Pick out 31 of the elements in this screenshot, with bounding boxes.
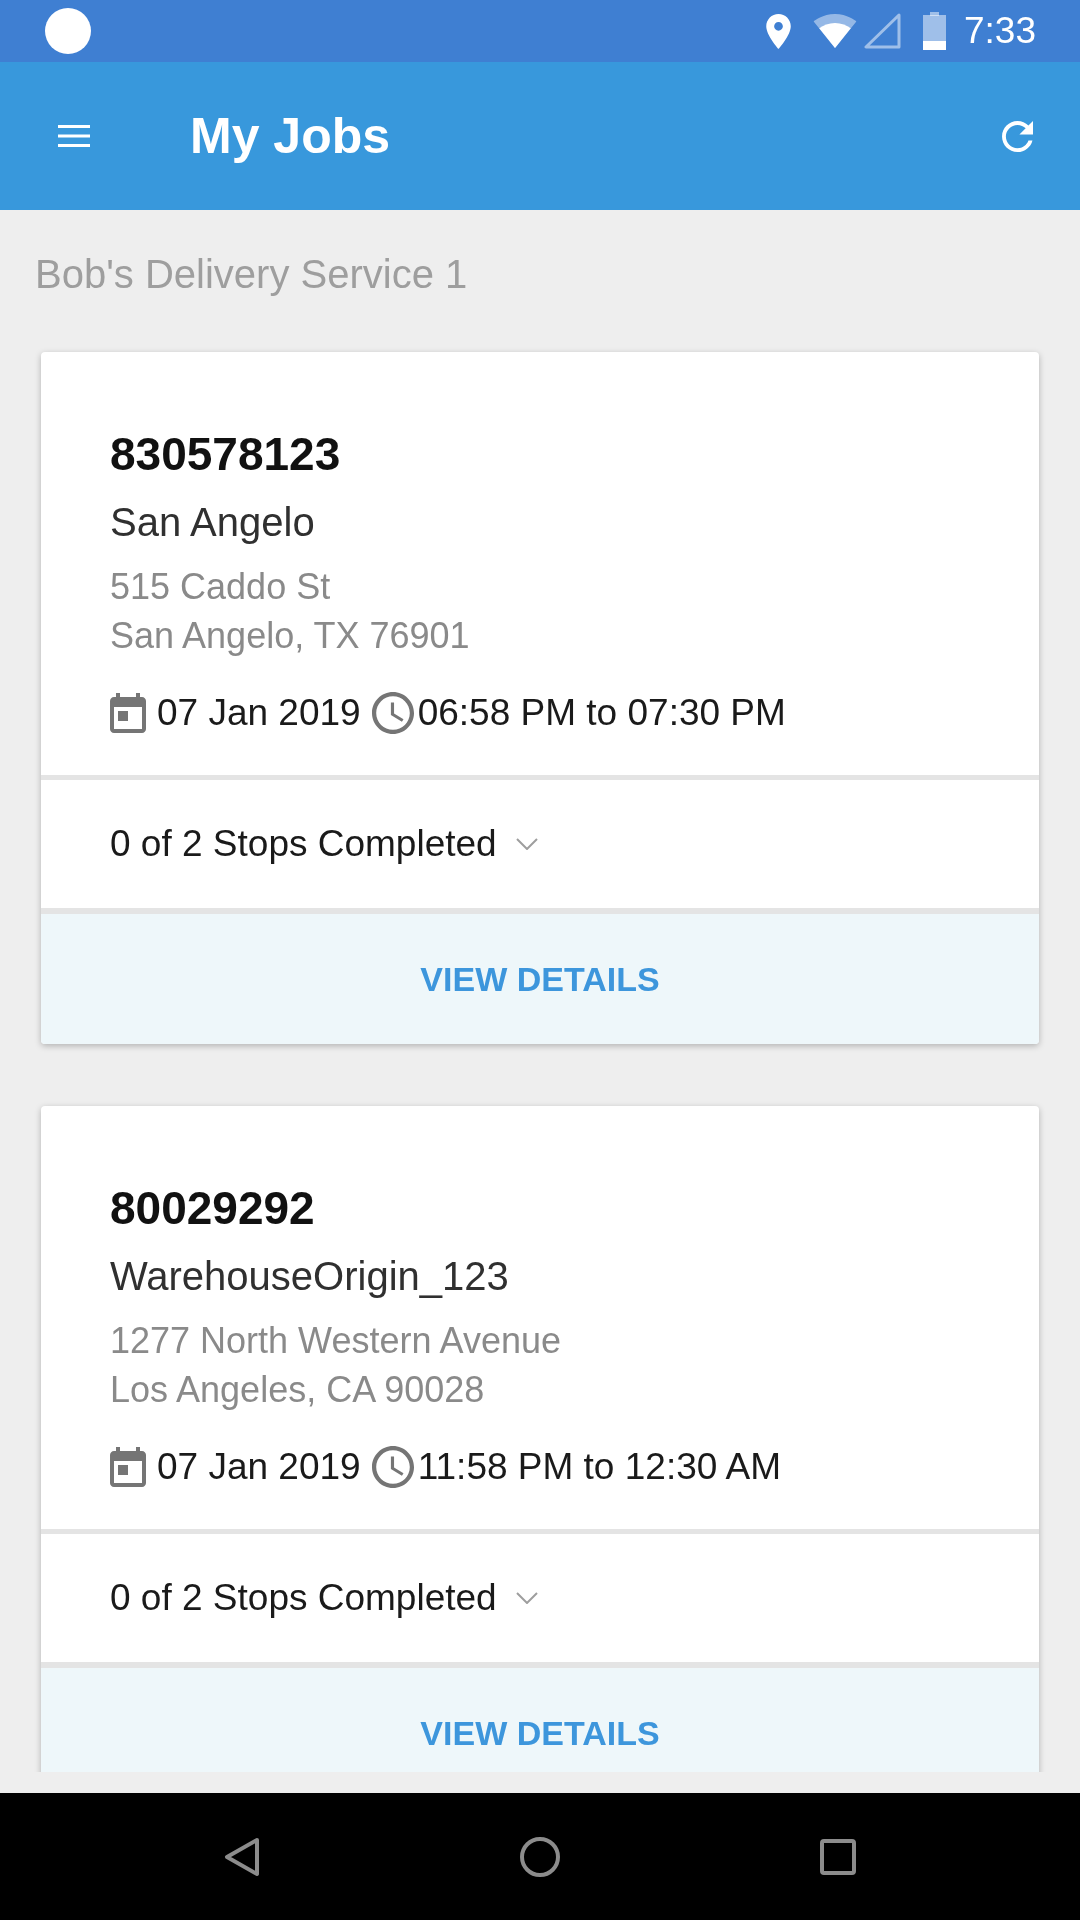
- recents-icon[interactable]: [820, 1838, 856, 1875]
- back-icon[interactable]: [224, 1836, 260, 1877]
- address-line: San Angelo, TX 76901: [110, 614, 470, 658]
- time-window: 11:58 PM to 12:30 AM: [417, 1445, 782, 1489]
- signal-icon: [864, 13, 901, 49]
- job-date: 07 Jan 2019: [157, 691, 361, 735]
- job-date: 07 Jan 2019: [157, 1445, 361, 1489]
- clock-icon: [371, 1446, 414, 1488]
- job-number: 80029292: [110, 1181, 316, 1236]
- status-time: 7:33: [964, 9, 1036, 53]
- home-icon[interactable]: [520, 1836, 560, 1877]
- company-name: Bob's Delivery Service 1: [34, 251, 469, 298]
- stops-toggle[interactable]: 0 of 2 Stops Completed: [41, 1534, 1039, 1662]
- location-name: San Angelo: [110, 499, 316, 546]
- location-pin-icon: [766, 13, 791, 49]
- job-number: 830578123: [110, 427, 342, 482]
- address-line: Los Angeles, CA 90028: [110, 1368, 485, 1412]
- circle-icon: [45, 8, 91, 54]
- address-line: 1277 North Western Avenue: [110, 1319, 561, 1363]
- refresh-icon[interactable]: [1002, 120, 1033, 152]
- clock-icon: [371, 692, 414, 734]
- stops-toggle[interactable]: 0 of 2 Stops Completed: [41, 780, 1039, 908]
- calendar-icon: [110, 1447, 146, 1487]
- calendar-icon: [110, 693, 146, 733]
- time-window: 06:58 PM to 07:30 PM: [417, 691, 786, 735]
- menu-icon[interactable]: [58, 125, 90, 147]
- location-name: WarehouseOrigin_123: [110, 1253, 510, 1300]
- wifi-icon: [813, 14, 857, 48]
- battery-icon: [923, 12, 946, 50]
- address-line: 515 Caddo St: [110, 565, 331, 609]
- screen-title: My Jobs: [190, 107, 391, 166]
